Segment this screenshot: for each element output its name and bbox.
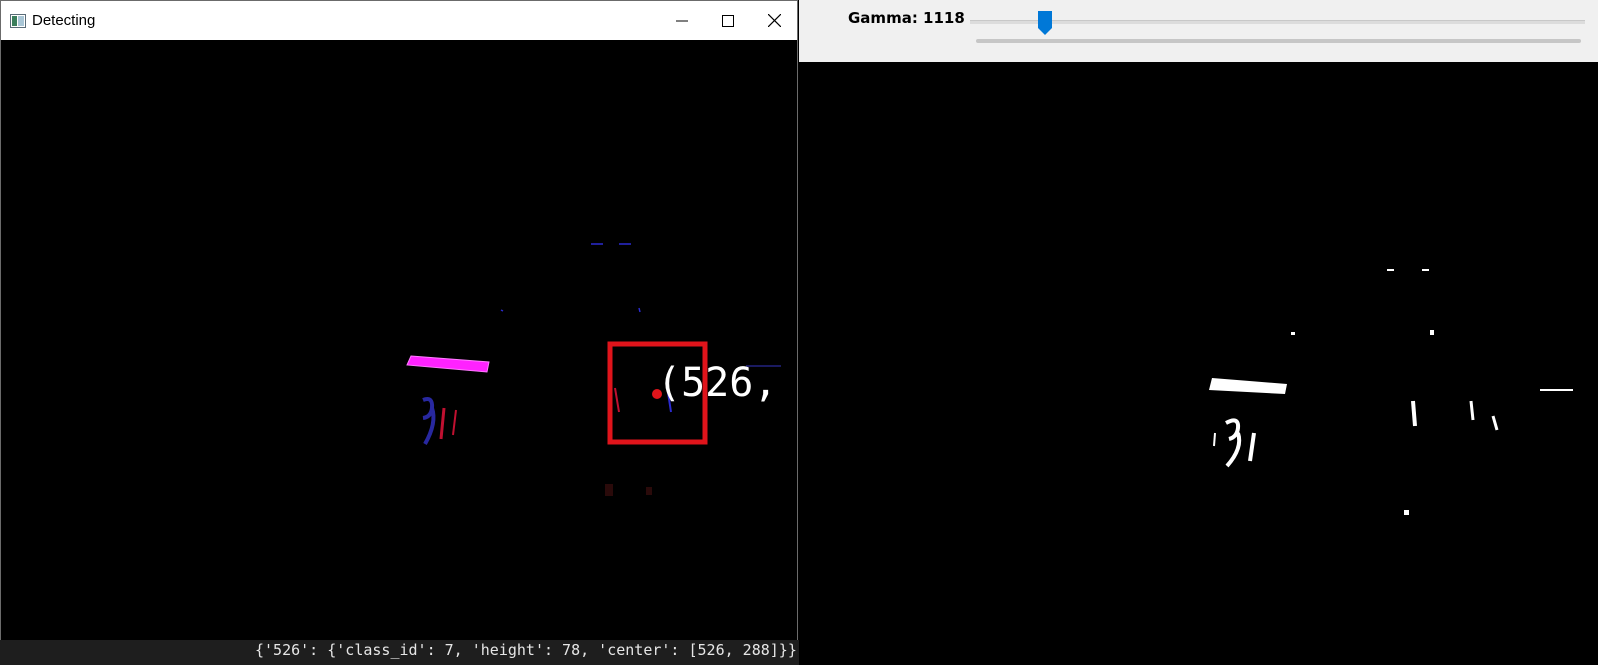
- close-button[interactable]: [751, 1, 797, 40]
- magenta-blob: [406, 355, 490, 373]
- threshold-window: Gamma: 1118: [799, 0, 1598, 665]
- threshold-blobs: [1209, 269, 1573, 515]
- minimize-button[interactable]: [659, 1, 705, 40]
- threshold-canvas: [799, 62, 1598, 665]
- close-icon: [767, 14, 781, 27]
- trackbar-panel: Gamma: 1118: [799, 0, 1598, 63]
- maximize-button[interactable]: [705, 1, 751, 40]
- dim-digit-marks: [422, 397, 457, 445]
- gamma-label: Gamma: 1118: [848, 9, 965, 27]
- app-window-icon: [10, 13, 26, 28]
- detection-coordinate-label: (526, 2: [657, 360, 797, 406]
- minimize-icon: [676, 20, 688, 21]
- maximize-icon: [722, 14, 734, 27]
- gamma-slider-track[interactable]: [970, 20, 1585, 24]
- console-output: {'526': {'class_id': 7, 'height': 78, 'c…: [0, 640, 799, 665]
- detecting-window: Detecting (526,: [0, 0, 798, 640]
- title-bar[interactable]: Detecting: [1, 1, 797, 40]
- window-title: Detecting: [32, 12, 96, 29]
- console-line: {'526': {'class_id': 7, 'height': 78, 'c…: [255, 641, 797, 659]
- detection-canvas: (526, 2: [1, 40, 797, 640]
- gamma-slider-thumb[interactable]: [1038, 11, 1052, 35]
- gamma-slider-rail: [976, 39, 1581, 43]
